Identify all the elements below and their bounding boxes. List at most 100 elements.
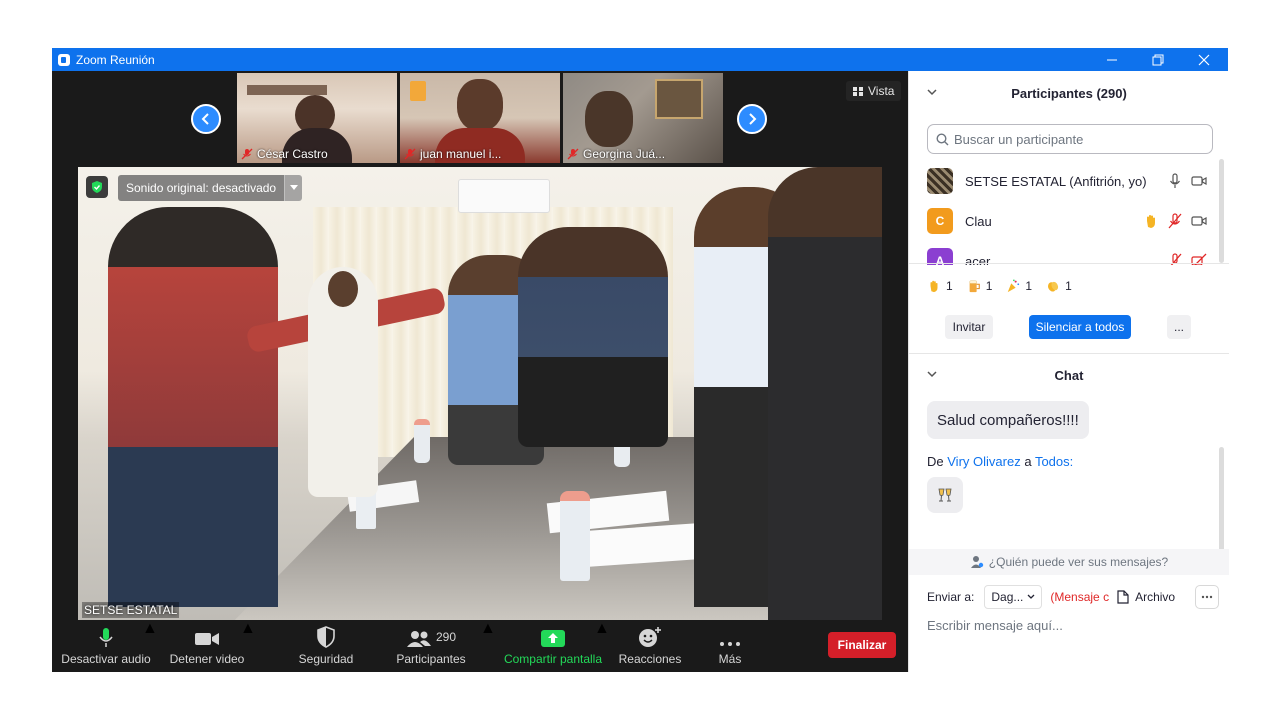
participants-icon <box>406 631 431 647</box>
chat-title: Chat <box>1054 367 1084 383</box>
participant-row[interactable]: SETSE ESTATAL (Anfitrión, yo) <box>909 161 1229 201</box>
reaction-counts: 1 1 1 1 <box>927 279 1072 293</box>
video-camera-icon[interactable] <box>1191 213 1207 229</box>
minimize-button[interactable] <box>1089 48 1135 71</box>
chat-emoji-message <box>927 477 963 513</box>
chevron-right-icon <box>749 113 757 125</box>
participants-scrollbar[interactable] <box>1219 159 1224 263</box>
view-button-label: Vista <box>868 84 895 98</box>
participant-search-input[interactable]: Buscar un participante <box>927 124 1213 154</box>
divider <box>909 263 1229 264</box>
restore-icon <box>1152 54 1164 65</box>
search-placeholder: Buscar un participante <box>954 131 1084 147</box>
invite-button[interactable]: Invitar <box>945 315 993 339</box>
participants-more-button[interactable]: ... <box>1167 315 1191 339</box>
grid-view-icon <box>853 86 863 96</box>
participants-button[interactable]: 290 Participantes <box>386 620 476 672</box>
chat-message-bubble: Salud compañeros!!!! <box>927 401 1089 439</box>
beer-icon <box>969 280 980 293</box>
video-camera-icon <box>195 633 219 645</box>
ellipsis-icon <box>1201 595 1213 599</box>
participant-thumbnail[interactable]: juan manuel i... <box>400 73 560 163</box>
active-speaker-video: Sonido original: desactivado SETSE ESTAT… <box>78 167 882 620</box>
participants-options-caret[interactable]: ▲ <box>480 620 496 638</box>
more-button[interactable]: Más <box>700 620 760 672</box>
chat-more-button[interactable] <box>1195 585 1220 609</box>
chat-message-input[interactable]: Escribir mensaje aquí... <box>927 618 1063 633</box>
share-options-caret[interactable]: ▲ <box>594 620 610 638</box>
audio-options-caret[interactable]: ▲ <box>142 620 158 638</box>
send-to-select[interactable]: Dag... <box>984 585 1043 609</box>
party-popper-count: 1 <box>1006 279 1032 293</box>
mute-all-button[interactable]: Silenciar a todos <box>1029 315 1131 339</box>
close-button[interactable] <box>1181 48 1227 71</box>
chat-message-sender-line: De Viry Olivarez a Todos: <box>927 454 1074 469</box>
stop-video-label: Detener video <box>169 652 245 666</box>
participant-row-name: SETSE ESTATAL (Anfitrión, yo) <box>965 173 1147 189</box>
mute-audio-label: Desactivar audio <box>61 652 151 666</box>
participant-row[interactable]: A acer <box>909 241 1229 265</box>
file-button[interactable]: Archivo <box>1117 590 1175 604</box>
original-sound-label: Sonido original: desactivado <box>118 175 285 201</box>
muted-mic-icon <box>404 148 416 160</box>
clinking-glasses-icon <box>938 488 952 502</box>
meeting-room-scene <box>78 167 882 620</box>
chat-sender-link[interactable]: Viry Olivarez <box>947 454 1020 469</box>
original-sound-toggle[interactable]: Sonido original: desactivado <box>118 175 303 201</box>
raised-hand-icon <box>1147 215 1155 228</box>
muted-mic-icon <box>567 148 579 160</box>
security-label: Seguridad <box>298 652 354 666</box>
security-button[interactable]: Seguridad <box>286 620 366 672</box>
chevron-down-icon <box>289 185 298 190</box>
original-sound-dropdown[interactable] <box>284 175 303 201</box>
encryption-shield-icon[interactable] <box>86 176 108 198</box>
beer-count: 1 <box>967 279 992 293</box>
participants-label: Participantes <box>396 652 466 666</box>
participant-name: juan manuel i... <box>420 147 502 161</box>
raised-hand-icon <box>930 280 938 293</box>
previous-page-button[interactable] <box>191 104 221 134</box>
who-can-see-messages[interactable]: ¿Quién puede ver sus mensajes? <box>909 549 1229 575</box>
chat-recipient-link[interactable]: Todos: <box>1035 454 1073 469</box>
chat-header: Chat <box>909 355 1229 395</box>
party-popper-icon <box>1008 279 1020 293</box>
stop-video-button[interactable]: Detener video <box>162 620 252 672</box>
participants-list: SETSE ESTATAL (Anfitrión, yo) C Clau A a… <box>909 161 1229 265</box>
close-icon <box>1198 54 1210 65</box>
clapping-hands-count: 1 <box>1046 279 1072 293</box>
share-screen-label: Compartir pantalla <box>503 652 603 666</box>
end-meeting-button[interactable]: Finalizar <box>828 632 896 658</box>
smiley-plus-icon <box>639 627 661 647</box>
search-icon <box>936 132 949 145</box>
zoom-app-icon <box>58 53 70 66</box>
next-page-button[interactable] <box>737 104 767 134</box>
video-camera-icon[interactable] <box>1191 173 1207 189</box>
shield-icon <box>317 626 335 648</box>
minimize-icon <box>1107 59 1117 60</box>
avatar <box>927 168 953 194</box>
video-area: César Castro juan manuel i... Georgina J… <box>52 71 908 672</box>
reactions-button[interactable]: Reacciones <box>614 620 686 672</box>
share-screen-button[interactable]: Compartir pantalla <box>498 620 608 672</box>
ellipsis-icon <box>720 642 740 646</box>
chevron-down-icon[interactable] <box>927 369 937 379</box>
participants-count: 290 <box>435 630 457 644</box>
chevron-down-icon[interactable] <box>927 87 937 97</box>
raised-hand-count: 1 <box>927 279 953 293</box>
participant-row[interactable]: C Clau <box>909 201 1229 241</box>
participants-header: Participantes (290) <box>909 73 1229 113</box>
zoom-window: Zoom Reunión César Castro juan manuel i.… <box>52 48 1229 672</box>
participant-name: Georgina Juá... <box>583 147 666 161</box>
shield-check-icon <box>92 181 102 193</box>
microphone-icon[interactable] <box>1167 173 1183 189</box>
muted-mic-icon[interactable] <box>1167 213 1183 229</box>
video-options-caret[interactable]: ▲ <box>240 620 256 638</box>
window-title: Zoom Reunión <box>76 52 155 67</box>
meeting-toolbar: Desactivar audio ▲ Detener video ▲ Segur… <box>52 620 908 672</box>
view-button[interactable]: Vista <box>846 81 902 101</box>
participant-thumbnail[interactable]: Georgina Juá... <box>563 73 723 163</box>
chevron-down-icon <box>1027 594 1035 599</box>
mute-audio-button[interactable]: Desactivar audio <box>60 620 152 672</box>
restore-button[interactable] <box>1135 48 1181 71</box>
participant-thumbnail[interactable]: César Castro <box>237 73 397 163</box>
